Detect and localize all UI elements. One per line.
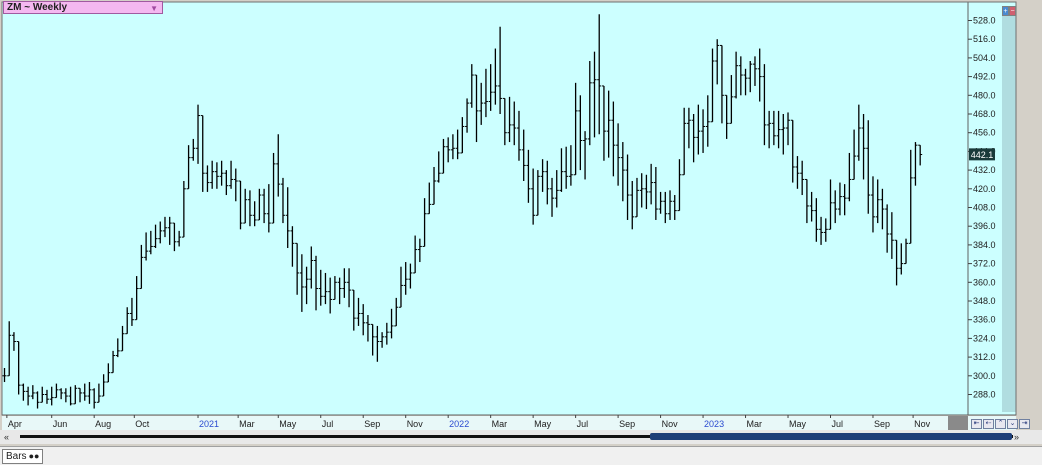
price-tick-label: 312.0 bbox=[973, 352, 996, 362]
bars-tab[interactable]: Bars ●● bbox=[2, 449, 44, 464]
zoom-range-icon[interactable]: ⌃ bbox=[995, 419, 1006, 429]
year-tick-label: 2021 bbox=[199, 419, 219, 429]
price-tick-label: 492.0 bbox=[973, 72, 996, 82]
scroll-left-icon[interactable]: « bbox=[4, 432, 9, 442]
scroll-right-icon[interactable]: » bbox=[1014, 432, 1019, 442]
tab-indicator-icon: ●● bbox=[28, 451, 40, 461]
month-tick-label: Jul bbox=[832, 419, 844, 429]
month-tick-label: Mar bbox=[492, 419, 508, 429]
price-tick-label: 384.0 bbox=[973, 240, 996, 250]
price-axis: 528.0516.0504.0492.0480.0468.0456.0444.0… bbox=[968, 16, 996, 400]
last-bar-icon[interactable]: ⇥ bbox=[1019, 419, 1030, 429]
price-tick-label: 348.0 bbox=[973, 296, 996, 306]
month-tick-label: Nov bbox=[407, 419, 424, 429]
page-back-icon[interactable]: ⇠ bbox=[983, 419, 994, 429]
price-tick-label: 468.0 bbox=[973, 109, 996, 119]
price-tick-label: 300.0 bbox=[973, 371, 996, 381]
year-tick-label: 2023 bbox=[704, 419, 724, 429]
price-tick-label: 480.0 bbox=[973, 90, 996, 100]
symbol-title: ZM ~ Weekly bbox=[7, 2, 68, 13]
zoom-out-icon[interactable]: − bbox=[1009, 6, 1016, 16]
bars-tab-label: Bars bbox=[6, 451, 27, 462]
last-price-label: 442.1 bbox=[971, 150, 994, 160]
plot-background bbox=[2, 2, 968, 415]
month-tick-label: Nov bbox=[914, 419, 931, 429]
dropdown-arrow-icon[interactable]: ▼ bbox=[150, 3, 158, 14]
month-tick-label: Jun bbox=[53, 419, 68, 429]
horizontal-scrollbar[interactable]: « » bbox=[0, 430, 1042, 444]
price-tick-label: 288.0 bbox=[973, 390, 996, 400]
right-scrollbar[interactable] bbox=[1002, 9, 1016, 412]
price-tick-label: 408.0 bbox=[973, 203, 996, 213]
month-tick-label: May bbox=[789, 419, 807, 429]
bottom-tab-bar: Bars ●● bbox=[0, 446, 1042, 465]
price-tick-label: 432.0 bbox=[973, 165, 996, 175]
month-tick-label: Apr bbox=[8, 419, 22, 429]
scroll-thumb[interactable] bbox=[650, 433, 1012, 440]
month-tick-label: Sep bbox=[364, 419, 380, 429]
month-tick-label: Mar bbox=[747, 419, 763, 429]
price-tick-label: 396.0 bbox=[973, 221, 996, 231]
price-tick-label: 456.0 bbox=[973, 128, 996, 138]
year-tick-label: 2022 bbox=[449, 419, 469, 429]
price-tick-label: 504.0 bbox=[973, 53, 996, 63]
price-tick-label: 360.0 bbox=[973, 277, 996, 287]
first-bar-icon[interactable]: ⇤ bbox=[971, 419, 982, 429]
price-tick-label: 324.0 bbox=[973, 333, 996, 343]
current-time-marker bbox=[948, 416, 968, 430]
price-tick-label: 516.0 bbox=[973, 34, 996, 44]
month-tick-label: May bbox=[534, 419, 552, 429]
price-tick-label: 372.0 bbox=[973, 259, 996, 269]
month-tick-label: Oct bbox=[135, 419, 150, 429]
price-chart[interactable]: 528.0516.0504.0492.0480.0468.0456.0444.0… bbox=[0, 0, 1042, 430]
month-tick-label: Sep bbox=[619, 419, 635, 429]
month-tick-label: Aug bbox=[95, 419, 111, 429]
time-axis-background bbox=[2, 416, 1016, 430]
price-tick-label: 420.0 bbox=[973, 184, 996, 194]
zoom-in-icon[interactable]: + bbox=[1002, 6, 1009, 16]
price-tick-label: 528.0 bbox=[973, 16, 996, 26]
page-forward-icon[interactable]: ⌄ bbox=[1007, 419, 1018, 429]
symbol-selector[interactable]: ZM ~ Weekly ▼ bbox=[3, 1, 163, 14]
price-tick-label: 336.0 bbox=[973, 315, 996, 325]
last-price-tag: 442.1 bbox=[969, 148, 995, 161]
month-tick-label: Jul bbox=[577, 419, 589, 429]
month-tick-label: Sep bbox=[874, 419, 890, 429]
month-tick-label: Jul bbox=[322, 419, 334, 429]
month-tick-label: Nov bbox=[662, 419, 679, 429]
month-tick-label: Mar bbox=[239, 419, 255, 429]
month-tick-label: May bbox=[279, 419, 297, 429]
